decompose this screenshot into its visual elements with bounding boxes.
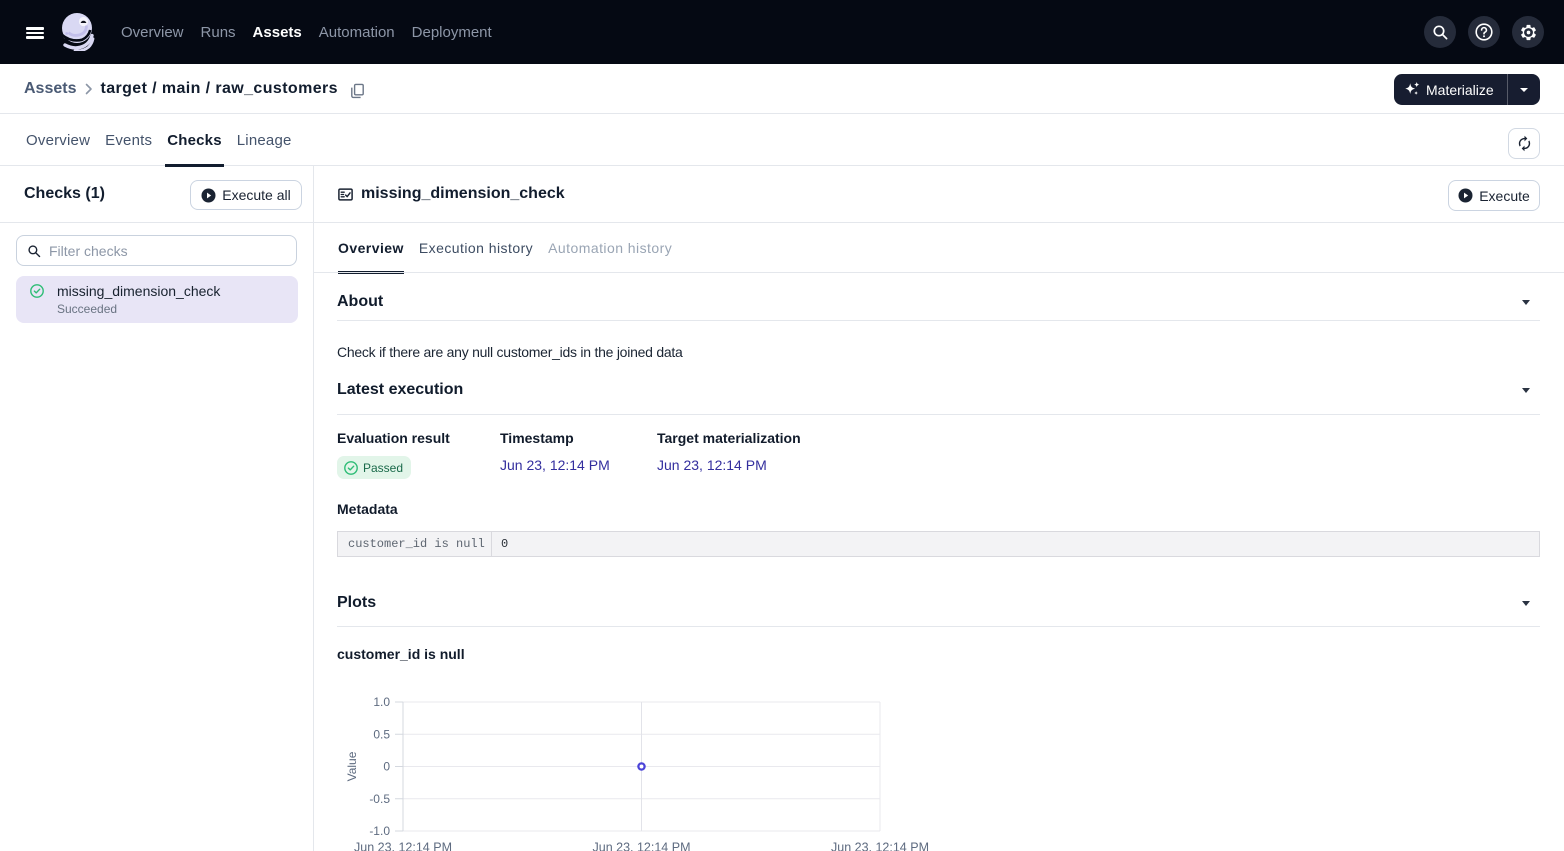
- svg-text:0.5: 0.5: [373, 727, 390, 741]
- svg-text:Jun 23, 12:14 PM: Jun 23, 12:14 PM: [593, 841, 691, 851]
- svg-text:-0.5: -0.5: [369, 792, 390, 806]
- svg-text:Jun 23, 12:14 PM: Jun 23, 12:14 PM: [831, 841, 929, 851]
- svg-text:1.0: 1.0: [373, 695, 390, 709]
- svg-text:Jun 23, 12:14 PM: Jun 23, 12:14 PM: [354, 841, 452, 851]
- svg-text:-1.0: -1.0: [369, 824, 390, 838]
- svg-text:Value: Value: [345, 751, 359, 781]
- svg-text:0: 0: [383, 760, 390, 774]
